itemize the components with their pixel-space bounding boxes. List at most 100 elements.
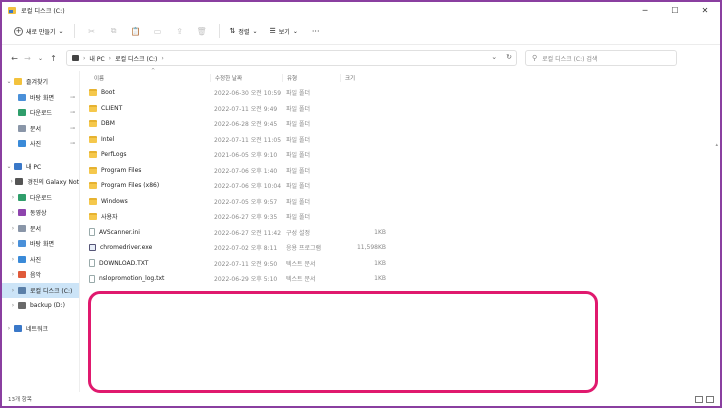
chevron-right-icon[interactable]: ›	[8, 178, 15, 185]
file-name: nslopromotion_log.txt	[99, 275, 165, 283]
file-date: 2021-06-05 오후 9:10	[214, 152, 278, 160]
file-type: 구성 설정	[286, 229, 310, 237]
file-row[interactable]: Boot 2022-06-30 오전 10:59 파일 폴더	[80, 85, 720, 101]
chevron-right-icon[interactable]: ›	[8, 287, 18, 294]
drive-icon	[8, 6, 16, 14]
chevron-right-icon[interactable]: ›	[8, 209, 18, 216]
chevron-right-icon[interactable]: ›	[8, 225, 18, 232]
search-box[interactable]: ⚲ 로컬 디스크 (C:) 검색	[525, 50, 677, 66]
file-rows: Boot 2022-06-30 오전 10:59 파일 폴더 CLIENT 2022-0…	[80, 85, 720, 287]
file-type: 파일 폴더	[286, 198, 310, 206]
close-button[interactable]: ✕	[690, 2, 720, 18]
chevron-right-icon[interactable]: ›	[8, 302, 18, 309]
address-bar[interactable]: › 내 PC › 로컬 디스크 (C:) › ⌄ ↻	[66, 50, 517, 66]
sidebar-item[interactable]: 사진 ⊸	[2, 136, 79, 152]
details-view-icon[interactable]	[695, 396, 703, 403]
scroll-up-icon[interactable]: ▴	[715, 142, 718, 148]
rename-icon[interactable]: ▭	[147, 22, 169, 40]
file-row[interactable]: Windows 2022-07-05 오후 9:57 파일 폴더	[80, 194, 720, 210]
file-name-cell: chromedriver.exe	[80, 244, 210, 252]
share-icon[interactable]: ⇪	[169, 22, 191, 40]
maximize-button[interactable]: ☐	[660, 2, 690, 18]
file-row[interactable]: 사용자 2022-06-27 오후 9:35 파일 폴더	[80, 209, 720, 225]
sidebar-item[interactable]: › 동영상	[2, 205, 79, 221]
chevron-right-icon[interactable]: ›	[4, 325, 14, 332]
chevron-right-icon[interactable]: ›	[8, 240, 18, 247]
sidebar-item[interactable]: › 네트워크	[2, 321, 79, 337]
status-bar: 13개 항목	[2, 392, 720, 406]
file-row[interactable]: PerfLogs 2021-06-05 오후 9:10 파일 폴더	[80, 147, 720, 163]
more-options-button[interactable]: ···	[306, 27, 326, 36]
address-actions: ⌄ ↻	[491, 53, 512, 61]
file-row[interactable]: Intel 2022-07-11 오전 11:05 파일 폴더	[80, 132, 720, 148]
sidebar-item[interactable]: › backup (D:)	[2, 298, 79, 314]
pc-icon	[72, 55, 79, 61]
copy-icon[interactable]: ⧉	[103, 22, 125, 40]
refresh-icon[interactable]: ↻	[506, 53, 512, 61]
paste-icon[interactable]: 📋	[125, 22, 147, 40]
sort-button[interactable]: ⇅ 정렬 ⌄	[226, 27, 262, 36]
file-row[interactable]: Program Files (x86) 2022-07-06 오후 10:04 파일…	[80, 178, 720, 194]
file-row[interactable]: nslopromotion_log.txt 2022-06-29 오후 5:10 텍…	[80, 271, 720, 287]
video-icon	[18, 209, 26, 217]
chevron-down-icon[interactable]: ⌄	[4, 163, 14, 170]
chevron-right-icon: ›	[161, 54, 164, 62]
file-date: 2022-07-05 오후 9:57	[214, 198, 278, 206]
chevron-right-icon[interactable]: ›	[8, 256, 18, 263]
sidebar-item[interactable]: › 로컬 디스크 (C:)	[2, 282, 79, 298]
sidebar-item-label: backup (D:)	[30, 302, 65, 310]
cut-icon[interactable]: ✂	[81, 22, 103, 40]
sidebar-item[interactable]: › 경진의 Galaxy Not	[2, 174, 79, 190]
star-icon	[14, 78, 22, 86]
sidebar-item-label: 바탕 화면	[30, 241, 54, 249]
file-row[interactable]: DOWNLOAD.TXT 2022-07-11 오전 9:50 텍스트 문서 1KB	[80, 256, 720, 272]
file-row[interactable]: DBM 2022-06-28 오전 9:45 파일 폴더	[80, 116, 720, 132]
chevron-down-icon: ⌄	[58, 27, 64, 35]
delete-icon[interactable]: 🗑	[191, 22, 213, 40]
file-type: 파일 폴더	[286, 183, 310, 191]
sidebar-item[interactable]: › 다운로드	[2, 190, 79, 206]
sidebar-item-label: 로컬 디스크 (C:)	[30, 287, 73, 295]
up-arrow-icon[interactable]: ↑	[47, 54, 60, 63]
new-button[interactable]: + 새로 만들기 ⌄	[10, 26, 68, 36]
file-row[interactable]: AVScanner.ini 2022-06-27 오전 11:42 구성 설정 1KB	[80, 225, 720, 241]
column-name[interactable]: 이름	[80, 74, 210, 82]
breadcrumb-pc[interactable]: 내 PC	[89, 54, 104, 63]
column-size[interactable]: 크기	[340, 74, 378, 82]
column-type[interactable]: 유형	[282, 74, 340, 82]
forward-arrow-icon[interactable]: →	[21, 54, 34, 63]
sidebar-item[interactable]: 바탕 화면 ⊸	[2, 90, 79, 106]
file-row[interactable]: chromedriver.exe 2022-07-02 오후 8:11 응용 프로그…	[80, 240, 720, 256]
folder-icon	[89, 182, 97, 190]
breadcrumb-drive[interactable]: 로컬 디스크 (C:)	[115, 54, 157, 63]
sidebar-item[interactable]: › 바탕 화면	[2, 236, 79, 252]
tiles-view-icon[interactable]	[706, 396, 714, 403]
minimize-button[interactable]: ─	[630, 2, 660, 18]
chevron-down-icon: ⌄	[292, 27, 298, 35]
sidebar-item-label: 다운로드	[30, 194, 53, 202]
view-button[interactable]: ☰ 보기 ⌄	[262, 27, 306, 36]
chevron-right-icon[interactable]: ›	[8, 271, 18, 278]
chevron-down-icon[interactable]: ⌄	[4, 78, 14, 85]
download-icon	[18, 109, 26, 117]
file-row[interactable]: CLIENT 2022-07-11 오전 9:49 파일 폴더	[80, 101, 720, 117]
column-date[interactable]: 수정한 날짜	[210, 74, 282, 82]
sidebar-item[interactable]: › 문서	[2, 221, 79, 237]
sidebar-item[interactable]: › 사진	[2, 252, 79, 268]
back-arrow-icon[interactable]: ←	[8, 54, 21, 63]
file-name: Program Files (x86)	[101, 182, 160, 190]
sidebar-item[interactable]: 문서 ⊸	[2, 121, 79, 137]
file-row[interactable]: Program Files 2022-07-06 오후 1:40 파일 폴더	[80, 163, 720, 179]
chevron-right-icon[interactable]: ›	[8, 194, 18, 201]
sidebar-item[interactable]: ⌄ 내 PC	[2, 159, 79, 175]
sidebar-item[interactable]: 다운로드 ⊸	[2, 105, 79, 121]
sidebar-item[interactable]: › 음악	[2, 267, 79, 283]
recent-chevron-icon[interactable]: ⌄	[34, 55, 47, 62]
folder-icon	[89, 213, 97, 221]
sidebar-item[interactable]: ⌄ 즐겨찾기	[2, 74, 79, 90]
chevron-down-icon[interactable]: ⌄	[491, 53, 497, 61]
sidebar-item-label: 다운로드	[30, 110, 53, 118]
application-icon	[89, 244, 96, 252]
sidebar-item-label: 즐겨찾기	[26, 79, 49, 87]
folder-icon	[89, 151, 97, 159]
